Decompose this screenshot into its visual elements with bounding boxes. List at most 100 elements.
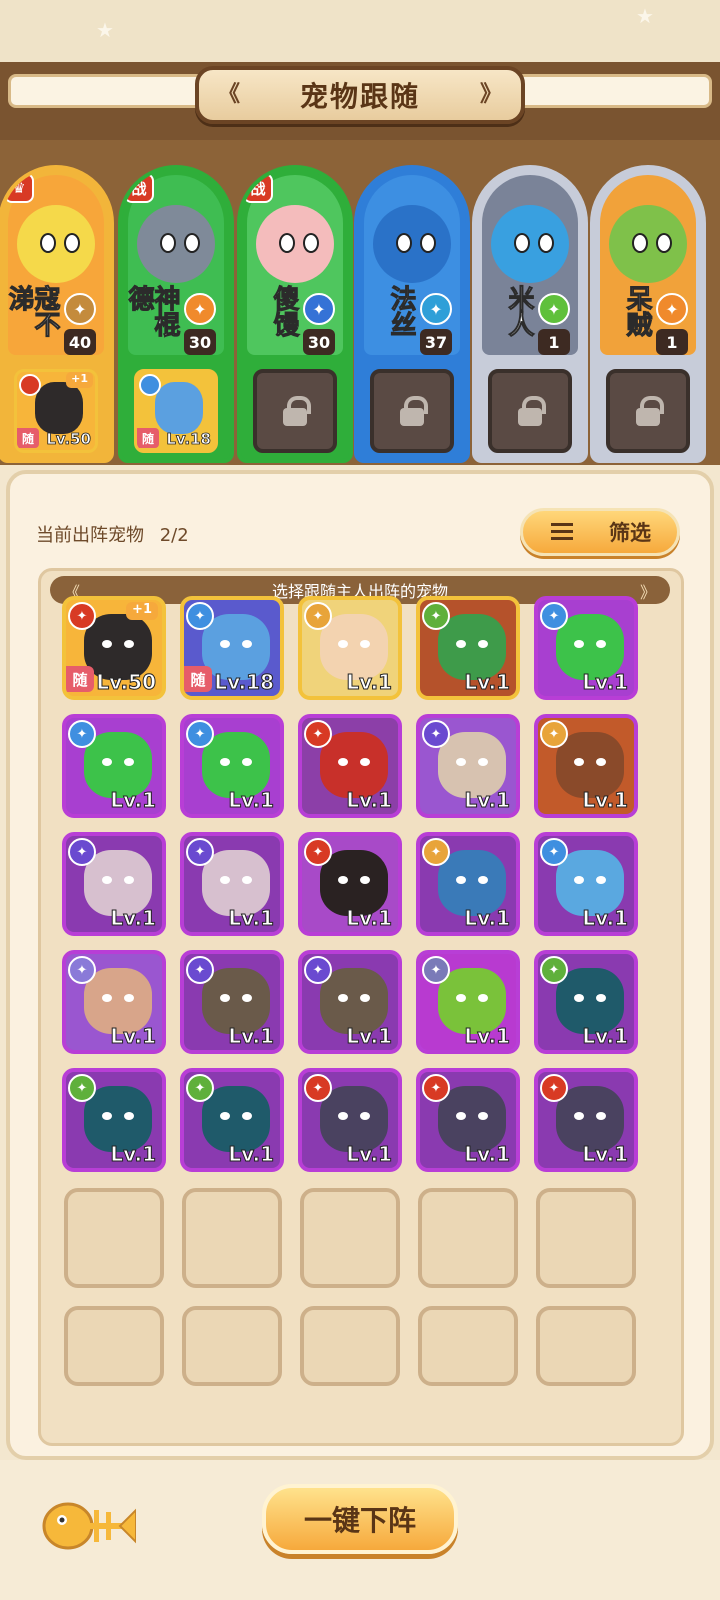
- follow-tag: 随: [137, 428, 159, 448]
- follow-pet-level: Lv.50: [46, 430, 91, 449]
- empty-pet-slot: [300, 1306, 400, 1386]
- follow-tag: 随: [184, 666, 212, 692]
- pet-card[interactable]: ✦ Lv.1: [298, 1068, 402, 1172]
- pet-card[interactable]: ✦ Lv.1: [180, 714, 284, 818]
- eye: [478, 758, 488, 766]
- pet-level: Lv.1: [582, 670, 629, 695]
- eye: [160, 233, 176, 253]
- one-key-unassign-button[interactable]: 一键下阵: [262, 1484, 458, 1554]
- follow-pet-slot[interactable]: 随 Lv.50 +1: [14, 369, 98, 453]
- hero-name: 米人: [504, 285, 535, 338]
- pet-card[interactable]: ✦ Lv.1: [62, 1068, 166, 1172]
- eye: [456, 1112, 466, 1120]
- pet-card[interactable]: ✦ Lv.1: [62, 832, 166, 936]
- pet-card[interactable]: ✦ Lv.1: [416, 1068, 520, 1172]
- element-icon: ✦: [422, 720, 450, 748]
- swirl-right-icon: 》: [639, 583, 656, 602]
- battle-badge: 战: [243, 173, 273, 203]
- hero-level: 37: [420, 329, 452, 355]
- eye: [360, 640, 370, 648]
- eye: [102, 640, 112, 648]
- eye: [456, 994, 466, 1002]
- pet-card[interactable]: ✦ Lv.1: [298, 714, 402, 818]
- pet-level: Lv.1: [346, 1024, 393, 1049]
- hero-card[interactable]: 神棍德 ✦ 30 战 随 Lv.18: [118, 165, 234, 463]
- locked-follow-slot[interactable]: [370, 369, 454, 453]
- pet-card[interactable]: ✦ Lv.1: [534, 714, 638, 818]
- eye: [184, 233, 200, 253]
- pet-card[interactable]: ✦ Lv.1: [416, 832, 520, 936]
- pet-card[interactable]: ✦ Lv.1: [62, 714, 166, 818]
- empty-pet-slot: [536, 1188, 636, 1288]
- follow-pet-art: [35, 382, 83, 434]
- hero-level: 30: [303, 329, 335, 355]
- pet-card[interactable]: ✦ Lv.50 随 +1: [62, 596, 166, 700]
- eye: [456, 640, 466, 648]
- hero-portrait: 米人 ✦ 1: [482, 175, 578, 355]
- eye: [102, 758, 112, 766]
- hero-card[interactable]: 法丝 ✦ 37: [354, 165, 470, 463]
- lock-icon: [398, 396, 428, 426]
- pet-card[interactable]: ✦ Lv.1: [180, 832, 284, 936]
- pet-level: Lv.1: [464, 670, 511, 695]
- eye: [102, 1112, 112, 1120]
- pet-card[interactable]: ✦ Lv.1: [534, 832, 638, 936]
- hero-face: [256, 205, 334, 283]
- eye: [220, 1112, 230, 1120]
- pet-card[interactable]: ✦ Lv.1: [416, 714, 520, 818]
- hero-name: 傻馒: [269, 285, 300, 338]
- pet-card[interactable]: ✦ Lv.1: [298, 950, 402, 1054]
- element-icon: ✦: [304, 1074, 332, 1102]
- pet-card[interactable]: ✦ Lv.1: [416, 596, 520, 700]
- element-icon: ✦: [68, 838, 96, 866]
- pet-card[interactable]: ✦ Lv.1: [298, 832, 402, 936]
- hero-face: [17, 205, 95, 283]
- pet-card[interactable]: ✦ Lv.18 随: [180, 596, 284, 700]
- eye: [64, 233, 80, 253]
- leaf-icon: ✦: [538, 293, 570, 325]
- pet-level: Lv.1: [228, 1024, 275, 1049]
- eye: [242, 758, 252, 766]
- hero-card[interactable]: 米人 ✦ 1: [472, 165, 588, 463]
- pet-level: Lv.1: [464, 1142, 511, 1167]
- element-icon: ✦: [186, 720, 214, 748]
- pet-card[interactable]: ✦ Lv.1: [416, 950, 520, 1054]
- swirl-right-icon: 》: [479, 82, 502, 107]
- locked-follow-slot[interactable]: [606, 369, 690, 453]
- pet-card[interactable]: ✦ Lv.1: [534, 950, 638, 1054]
- eye: [303, 233, 319, 253]
- pet-card[interactable]: ✦ Lv.1: [534, 1068, 638, 1172]
- locked-follow-slot[interactable]: [253, 369, 337, 453]
- hero-card[interactable]: 呆贼 ✦ 1: [590, 165, 706, 463]
- pet-card[interactable]: ✦ Lv.1: [62, 950, 166, 1054]
- follow-pet-level: Lv.18: [166, 430, 211, 449]
- empty-pet-slot: [418, 1188, 518, 1288]
- eye: [574, 994, 584, 1002]
- eye: [478, 876, 488, 884]
- eye: [338, 994, 348, 1002]
- follow-pet-slot[interactable]: 随 Lv.18: [134, 369, 218, 453]
- current-pets-label: 当前出阵宠物 2/2: [36, 521, 189, 547]
- element-icon: ✦: [422, 838, 450, 866]
- pet-card[interactable]: ✦ Lv.1: [534, 596, 638, 700]
- pet-level: Lv.1: [110, 906, 157, 931]
- fish-bone-icon[interactable]: [40, 1494, 136, 1558]
- filter-button[interactable]: 筛选: [520, 508, 680, 556]
- eye: [478, 1112, 488, 1120]
- locked-follow-slot[interactable]: [488, 369, 572, 453]
- hero-card[interactable]: 傻馒 ✦ 30 战: [237, 165, 353, 463]
- element-icon: ✦: [68, 956, 96, 984]
- hero-level: 1: [656, 329, 688, 355]
- hero-card[interactable]: 寇不涕 ✦ 40 ♛ 随 Lv.50 +1: [0, 165, 114, 463]
- pet-card[interactable]: ✦ Lv.1: [180, 950, 284, 1054]
- pet-card[interactable]: ✦ Lv.1: [298, 596, 402, 700]
- eye: [220, 876, 230, 884]
- pet-level: Lv.50: [96, 670, 157, 695]
- eye: [242, 876, 252, 884]
- element-icon: ✦: [186, 956, 214, 984]
- hero-face: [137, 205, 215, 283]
- eye: [396, 233, 412, 253]
- pet-card[interactable]: ✦ Lv.1: [180, 1068, 284, 1172]
- list-icon: [551, 523, 573, 541]
- eye: [220, 758, 230, 766]
